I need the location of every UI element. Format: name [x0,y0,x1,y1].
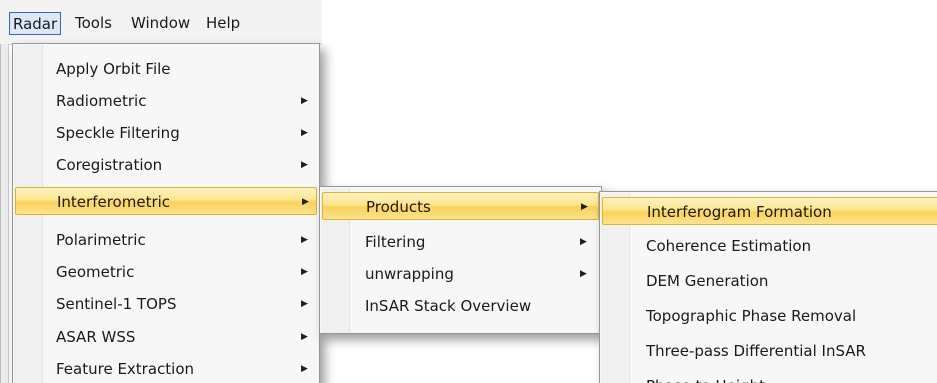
menu-item-label: Coregistration [56,156,163,174]
menu-item-speckle-filtering[interactable]: Speckle Filtering ▶ [15,119,317,147]
menu-item-label: Filtering [365,233,426,251]
menu-item-coregistration[interactable]: Coregistration ▶ [15,151,317,179]
menu-item-label: Speckle Filtering [56,124,180,142]
menu-item-label: Polarimetric [56,231,146,249]
menu-item-topographic-phase-removal[interactable]: Topographic Phase Removal [602,302,937,330]
menu-item-polarimetric[interactable]: Polarimetric ▶ [15,226,317,254]
menu-item-label: ASAR WSS [56,328,136,346]
menu-item-unwrapping[interactable]: unwrapping ▶ [322,260,599,288]
submenu-arrow-icon: ▶ [580,269,587,279]
menu-item-label: Feature Extraction [56,360,195,378]
submenu-arrow-icon: ▶ [581,202,588,212]
menu-item-geometric[interactable]: Geometric ▶ [15,258,317,286]
submenu-arrow-icon: ▶ [301,128,308,138]
menu-help[interactable]: Help [203,12,243,35]
submenu-arrow-icon: ▶ [301,160,308,170]
menu-item-label: Apply Orbit File [56,60,171,78]
submenu-arrow-icon: ▶ [580,237,587,247]
window-left-edge [0,44,9,383]
submenu-arrow-icon: ▶ [301,299,308,309]
menu-bar: Radar Tools Window Help [0,0,322,45]
menu-item-asar-wss[interactable]: ASAR WSS ▶ [15,323,317,351]
menu-window[interactable]: Window [128,12,193,35]
menu-item-products[interactable]: Products ▶ [322,192,599,220]
menu-item-label: Products [366,198,431,216]
menu-item-label: Geometric [56,263,135,281]
submenu-arrow-icon: ▶ [301,96,308,106]
menu-item-label: Coherence Estimation [646,237,812,255]
submenu-arrow-icon: ▶ [301,235,308,245]
menu-item-three-pass-differential-insar[interactable]: Three-pass Differential InSAR [602,337,937,365]
menu-item-insar-stack-overview[interactable]: InSAR Stack Overview [322,292,599,320]
radar-dropdown-menu: Apply Orbit File Radiometric ▶ Speckle F… [12,43,320,383]
app-window: Radar Tools Window Help Apply Orbit File… [0,0,937,383]
menu-item-interferometric[interactable]: Interferometric ▶ [15,187,317,215]
menu-item-label: Radiometric [56,92,147,110]
menu-item-feature-extraction[interactable]: Feature Extraction ▶ [15,355,317,383]
menu-tools[interactable]: Tools [72,12,115,35]
submenu-arrow-icon: ▶ [301,332,308,342]
submenu-arrow-icon: ▶ [301,267,308,277]
menu-item-label: Sentinel-1 TOPS [56,295,177,313]
menu-item-label: unwrapping [365,265,454,283]
menu-item-dem-generation[interactable]: DEM Generation [602,267,937,295]
menu-radar[interactable]: Radar [9,12,62,35]
submenu-arrow-icon: ▶ [302,197,309,207]
menu-item-interferogram-formation[interactable]: Interferogram Formation [602,197,937,225]
submenu-arrow-icon: ▶ [301,364,308,374]
menu-item-label: Topographic Phase Removal [646,307,857,325]
menu-item-label: Interferogram Formation [647,203,832,221]
menu-item-filtering[interactable]: Filtering ▶ [322,228,599,256]
window-border-line [0,44,1,383]
products-submenu: Interferogram Formation Coherence Estima… [599,191,937,383]
menu-item-label: Interferometric [57,193,171,211]
menu-item-label: Three-pass Differential InSAR [646,342,866,360]
menu-item-label: Phase to Height [646,372,765,383]
menu-item-phase-to-height[interactable]: Phase to Height [602,372,937,383]
menu-item-label: InSAR Stack Overview [365,297,532,315]
menu-item-sentinel-1-tops[interactable]: Sentinel-1 TOPS ▶ [15,290,317,318]
menu-item-radiometric[interactable]: Radiometric ▶ [15,87,317,115]
interferometric-submenu: Products ▶ Filtering ▶ unwrapping ▶ InSA… [319,186,602,334]
menu-item-coherence-estimation[interactable]: Coherence Estimation [602,232,937,260]
menu-item-apply-orbit-file[interactable]: Apply Orbit File [15,55,317,83]
menu-item-label: DEM Generation [646,272,769,290]
